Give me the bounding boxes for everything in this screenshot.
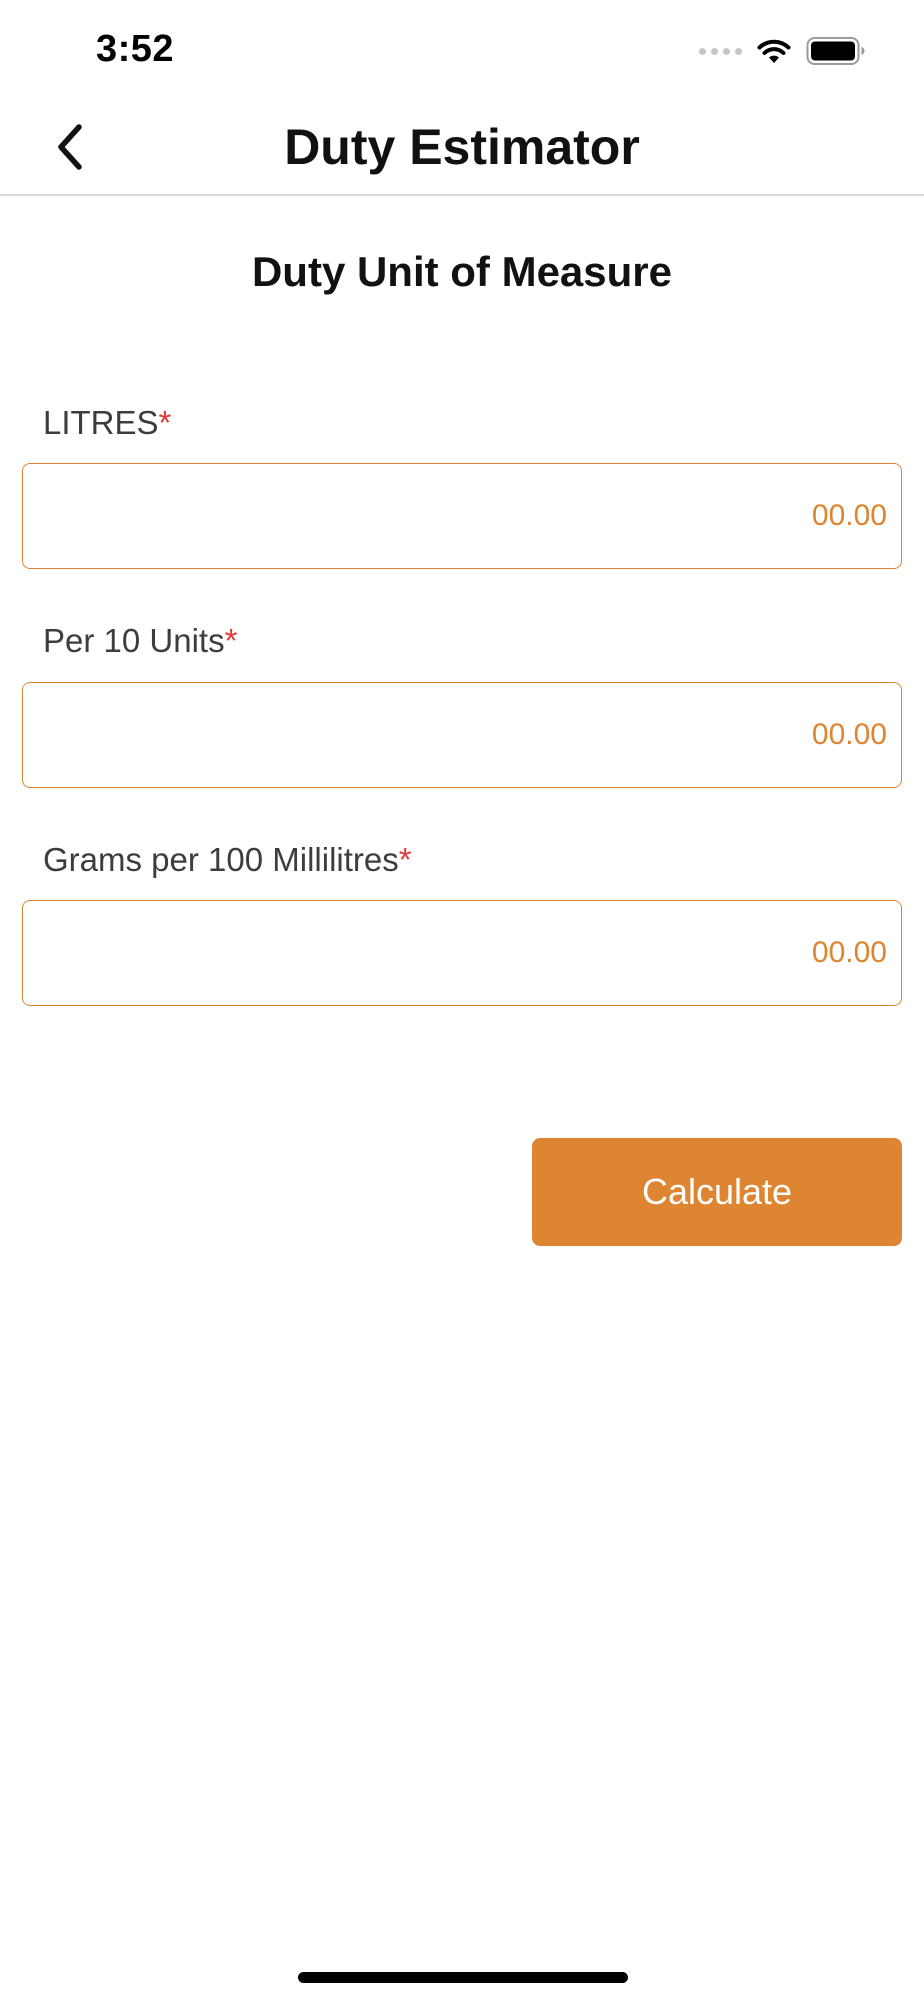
litres-label-text: LITRES <box>43 404 159 441</box>
required-marker: * <box>224 622 238 659</box>
required-marker: * <box>158 404 172 441</box>
wifi-icon <box>757 39 791 63</box>
required-marker: * <box>398 841 412 878</box>
per-10-units-input[interactable] <box>22 682 902 788</box>
page-title: Duty Estimator <box>284 119 640 175</box>
status-bar: 3:52 <box>0 0 924 100</box>
signal-icon <box>699 47 742 55</box>
battery-icon <box>806 37 865 65</box>
litres-label: LITRES* <box>43 404 171 442</box>
per-10-units-label-text: Per 10 Units <box>43 622 225 659</box>
calculate-button[interactable]: Calculate <box>532 1138 902 1246</box>
grams-per-100ml-input[interactable] <box>22 900 902 1006</box>
status-time: 3:52 <box>96 28 175 70</box>
section-title: Duty Unit of Measure <box>251 248 673 295</box>
grams-per-100ml-label-text: Grams per 100 Millilitres <box>43 841 399 878</box>
nav-bar: Duty Estimator <box>0 100 924 196</box>
status-icons <box>699 36 866 66</box>
duty-estimator-screen: 3:52 Duty Estimator Duty Unit of Measure… <box>0 0 924 2000</box>
grams-per-100ml-label: Grams per 100 Millilitres* <box>43 841 412 879</box>
per-10-units-label: Per 10 Units* <box>43 622 237 660</box>
home-indicator[interactable] <box>298 1972 628 1983</box>
litres-input[interactable] <box>22 463 902 569</box>
